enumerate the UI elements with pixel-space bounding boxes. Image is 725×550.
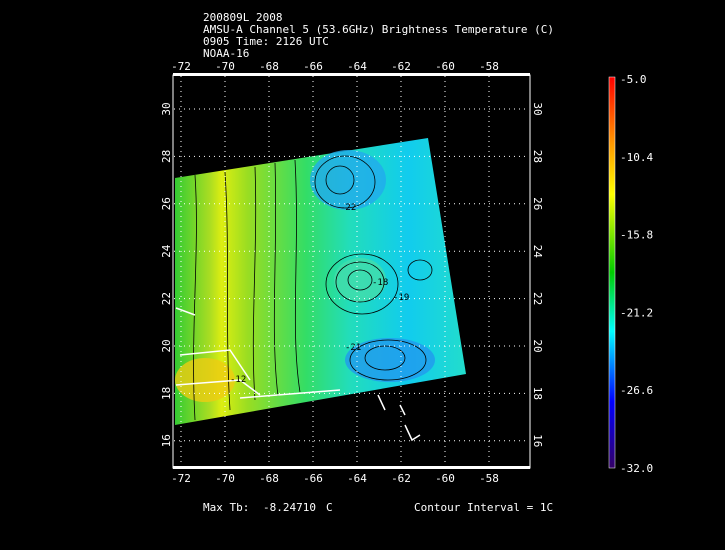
lon-tick-top: -66 (303, 60, 323, 73)
lat-tick-right: 24 (531, 245, 544, 259)
max-tb-unit: C (326, 501, 333, 514)
lat-tick-right: 22 (531, 292, 544, 305)
colorbar-label: -26.6 (620, 384, 653, 397)
contour-label: -22 (340, 203, 356, 213)
map-plot: -22-18-19-21-12 -72-72-70-70-68-68-66-66… (160, 60, 653, 485)
max-tb-value: -8.24710 (263, 501, 316, 514)
lon-tick-top: -62 (391, 60, 411, 73)
colorbar-label: -10.4 (620, 151, 653, 164)
lat-tick-left: 16 (160, 434, 173, 447)
contour-label: -21 (345, 343, 361, 353)
lon-tick-top: -58 (479, 60, 499, 73)
lon-tick-bottom: -68 (259, 472, 279, 485)
colorbar (608, 76, 616, 469)
lat-tick-left: 26 (160, 197, 173, 210)
colorbar-label: -32.0 (620, 462, 653, 475)
lat-tick-left: 20 (160, 339, 173, 352)
lat-tick-right: 28 (531, 150, 544, 163)
colorbar-label: -15.8 (620, 229, 653, 242)
lon-tick-bottom: -64 (347, 472, 367, 485)
lat-tick-right: 16 (531, 434, 544, 447)
colorbar-label: -5.0 (620, 73, 647, 86)
lat-tick-left: 22 (160, 292, 173, 305)
lon-tick-bottom: -66 (303, 472, 323, 485)
lon-tick-top: -64 (347, 60, 367, 73)
lat-tick-right: 20 (531, 339, 544, 352)
lat-tick-left: 30 (160, 102, 173, 115)
colorbar-label: -21.2 (620, 306, 653, 319)
lon-tick-top: -70 (215, 60, 235, 73)
lat-tick-right: 18 (531, 387, 544, 400)
lon-tick-top: -68 (259, 60, 279, 73)
lon-tick-bottom: -72 (171, 472, 191, 485)
contour-label: -12 (230, 375, 246, 385)
lat-tick-right: 30 (531, 102, 544, 115)
lat-tick-right: 26 (531, 197, 544, 210)
lat-tick-left: 24 (160, 244, 173, 258)
lon-tick-top: -72 (171, 60, 191, 73)
lon-tick-bottom: -62 (391, 472, 411, 485)
contour-label: -18 (372, 278, 388, 288)
lon-tick-bottom: -70 (215, 472, 235, 485)
lon-tick-top: -60 (435, 60, 455, 73)
lat-tick-left: 18 (160, 387, 173, 400)
lat-tick-left: 28 (160, 150, 173, 163)
lon-tick-bottom: -58 (479, 472, 499, 485)
contour-interval: Contour Interval = 1C (414, 501, 554, 514)
max-tb-label: Max Tb: (203, 501, 250, 514)
lon-tick-bottom: -60 (435, 472, 455, 485)
